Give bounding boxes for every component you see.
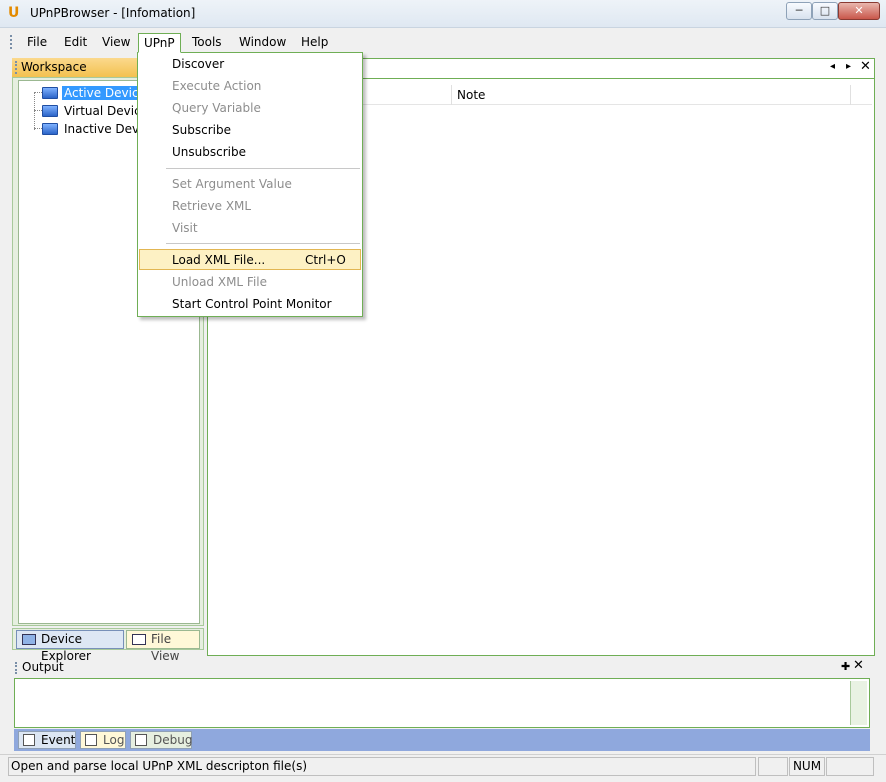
menu-item-discover[interactable]: Discover: [172, 57, 224, 71]
status-pane: [826, 757, 874, 776]
tree-connector: [34, 110, 42, 111]
tab-device-explorer[interactable]: Device Explorer: [16, 630, 124, 663]
menu-help[interactable]: Help: [296, 33, 333, 53]
workspace-title: Workspace: [21, 60, 87, 74]
menu-separator: [166, 243, 360, 244]
tab-scroll-right-icon[interactable]: ▸: [846, 61, 851, 72]
window-title: UPnPBrowser - [Infomation]: [30, 6, 196, 20]
device-folder-icon: [42, 105, 58, 117]
tab-debug[interactable]: Debug: [130, 731, 192, 749]
menu-shortcut-label: Ctrl+O: [305, 253, 346, 267]
close-window-button[interactable]: ✕: [838, 2, 880, 20]
menu-upnp[interactable]: UPnP: [138, 33, 181, 53]
tab-label: Debug: [153, 733, 193, 747]
minimize-button[interactable]: ─: [786, 2, 812, 20]
menu-item-visit[interactable]: Visit: [172, 221, 198, 235]
app-logo-icon: U: [8, 5, 20, 21]
tree-connector: [34, 92, 42, 93]
workspace-grip-icon[interactable]: [15, 61, 18, 74]
tab-log[interactable]: Log: [80, 731, 126, 749]
tab-file-view[interactable]: File View: [126, 630, 200, 663]
tab-label: Event: [41, 733, 76, 747]
menu-item-subscribe[interactable]: Subscribe: [172, 123, 231, 137]
menu-item-unsubscribe[interactable]: Unsubscribe: [172, 145, 246, 159]
device-explorer-icon: [22, 634, 36, 645]
maximize-button[interactable]: □: [812, 2, 838, 20]
output-title: Output: [22, 660, 64, 674]
output-grip-icon[interactable]: [15, 662, 18, 674]
menu-window[interactable]: Window: [234, 33, 291, 53]
pin-icon[interactable]: ✚: [841, 660, 850, 673]
status-message: Open and parse local UPnP XML descripton…: [8, 757, 756, 776]
tab-label: Log: [103, 733, 125, 747]
log-icon: [85, 734, 97, 746]
menu-view[interactable]: View: [97, 33, 135, 53]
column-separator[interactable]: [451, 85, 452, 105]
tree-connector: [34, 128, 42, 129]
device-folder-icon: [42, 123, 58, 135]
menu-tools[interactable]: Tools: [187, 33, 227, 53]
status-num-lock: NUM: [789, 757, 825, 776]
menu-item-start-control-point-monitor[interactable]: Start Control Point Monitor: [172, 297, 332, 311]
output-text-area[interactable]: [14, 678, 870, 728]
tab-scroll-left-icon[interactable]: ◂: [830, 61, 835, 72]
status-pane: [758, 757, 788, 776]
column-header-note[interactable]: Note: [457, 88, 485, 102]
menu-grip-icon[interactable]: [10, 35, 13, 49]
close-output-icon[interactable]: ✕: [853, 658, 864, 673]
output-scrollbar[interactable]: [850, 681, 867, 725]
tree-connector: [34, 92, 35, 130]
menu-item-unload-xml-file[interactable]: Unload XML File: [172, 275, 267, 289]
menu-item-execute-action[interactable]: Execute Action: [172, 79, 261, 93]
device-folder-icon: [42, 87, 58, 99]
debug-icon: [135, 734, 147, 746]
event-icon: [23, 734, 35, 746]
menu-separator: [166, 168, 360, 169]
menu-item-query-variable[interactable]: Query Variable: [172, 101, 261, 115]
menu-file[interactable]: File: [22, 33, 52, 53]
close-document-icon[interactable]: ✕: [860, 59, 871, 74]
tab-event[interactable]: Event: [18, 731, 76, 749]
output-header: [12, 659, 874, 677]
menu-item-set-argument-value[interactable]: Set Argument Value: [172, 177, 292, 191]
file-view-icon: [132, 634, 146, 645]
menu-edit[interactable]: Edit: [59, 33, 92, 53]
menu-gutter: [138, 53, 162, 316]
column-separator[interactable]: [850, 85, 851, 105]
menu-item-retrieve-xml[interactable]: Retrieve XML: [172, 199, 251, 213]
menu-item-load-xml-file[interactable]: Load XML File...: [172, 253, 265, 267]
